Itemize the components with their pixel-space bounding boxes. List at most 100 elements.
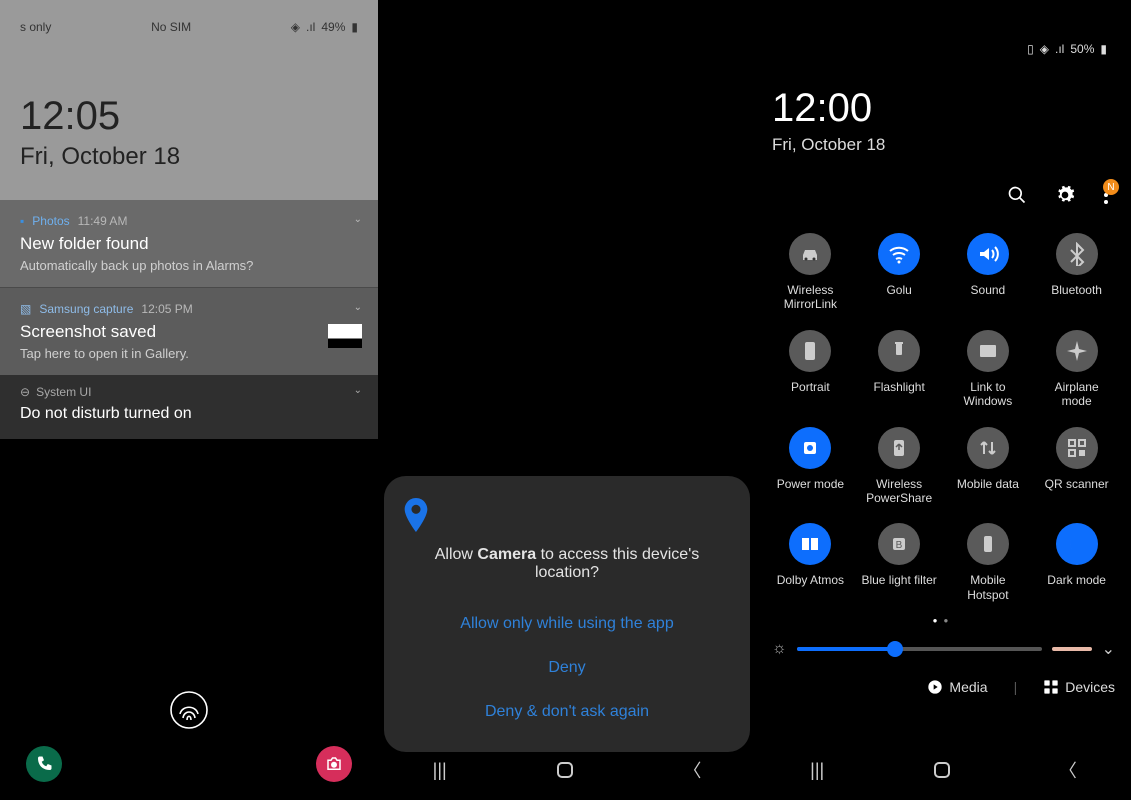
qs-tile-bt[interactable]: Bluetooth xyxy=(1038,233,1115,312)
wifi-icon: ◈ xyxy=(291,20,300,34)
bt-icon xyxy=(1056,233,1098,275)
qs-tile-car[interactable]: Wireless MirrorLink xyxy=(772,233,849,312)
allow-while-using-button[interactable]: Allow only while using the app xyxy=(402,602,732,646)
qs-tile-wifi[interactable]: Golu xyxy=(861,233,938,312)
home-button[interactable] xyxy=(556,761,574,779)
phone-shortcut[interactable] xyxy=(26,746,62,782)
back-button[interactable]: 〈 xyxy=(1059,757,1077,783)
home-button[interactable] xyxy=(933,761,951,779)
qs-label: Dark mode xyxy=(1047,573,1106,587)
qs-tile-blue[interactable]: B Blue light filter xyxy=(861,523,938,602)
qs-label: Link to Windows xyxy=(950,380,1027,409)
link-icon xyxy=(967,330,1009,372)
search-icon[interactable] xyxy=(1007,185,1027,205)
notif-title: Do not disturb turned on xyxy=(20,405,358,423)
status-bar: ▯ ◈ .ıl 50% ▮ xyxy=(772,0,1115,56)
app-icon: ▧ xyxy=(20,302,31,316)
qs-label: Dolby Atmos xyxy=(777,573,844,587)
qs-label: Bluetooth xyxy=(1051,283,1102,297)
more-button[interactable]: N xyxy=(1103,185,1109,205)
qs-tile-flash[interactable]: Flashlight xyxy=(861,330,938,409)
nav-bar: ||| 〈 xyxy=(378,750,756,790)
notification-photos[interactable]: ▪ Photos 11:49 AM ⌄ New folder found Aut… xyxy=(0,200,378,287)
location-icon xyxy=(402,498,732,532)
brightness-slider[interactable] xyxy=(797,647,1042,651)
qs-tile-dark[interactable]: Dark mode xyxy=(1038,523,1115,602)
qs-tile-hotspot[interactable]: Mobile Hotspot xyxy=(950,523,1027,602)
battery-icon: ▮ xyxy=(351,20,358,34)
wifi-icon xyxy=(878,233,920,275)
chevron-down-icon[interactable]: ⌄ xyxy=(354,385,362,396)
qs-tile-sound[interactable]: Sound xyxy=(950,233,1027,312)
carrier-text: s only xyxy=(20,20,51,34)
quick-settings-panel: ▯ ◈ .ıl 50% ▮ 12:00 Fri, October 18 N Wi… xyxy=(756,0,1131,800)
media-button[interactable]: Media xyxy=(927,679,987,695)
dolby-icon xyxy=(789,523,831,565)
sim-status: No SIM xyxy=(151,20,191,34)
chevron-down-icon[interactable]: ⌄ xyxy=(1102,639,1115,659)
qs-tile-portrait[interactable]: Portrait xyxy=(772,330,849,409)
qs-tile-link[interactable]: Link to Windows xyxy=(950,330,1027,409)
permission-dialog-panel: Allow Camera to access this device's loc… xyxy=(378,0,756,800)
fingerprint-icon[interactable] xyxy=(169,690,209,730)
lockscreen-header: s only No SIM ◈ .ıl 49% ▮ 12:05 Fri, Oct… xyxy=(0,0,378,200)
car-icon xyxy=(789,233,831,275)
sound-icon xyxy=(967,233,1009,275)
data-icon xyxy=(967,427,1009,469)
clock-date: Fri, October 18 xyxy=(20,143,358,171)
qs-tile-share[interactable]: Wireless PowerShare xyxy=(861,427,938,506)
back-button[interactable]: 〈 xyxy=(683,757,701,783)
settings-icon[interactable] xyxy=(1055,185,1075,205)
signal-icon: .ıl xyxy=(306,20,315,34)
qs-tile-data[interactable]: Mobile data xyxy=(950,427,1027,506)
qs-tile-power[interactable]: Power mode xyxy=(772,427,849,506)
qs-label: Mobile Hotspot xyxy=(950,573,1027,602)
qs-tile-dolby[interactable]: Dolby Atmos xyxy=(772,523,849,602)
camera-shortcut[interactable] xyxy=(316,746,352,782)
plane-icon xyxy=(1056,330,1098,372)
notification-screenshot[interactable]: ▧ Samsung capture 12:05 PM ⌄ Screenshot … xyxy=(0,287,378,375)
status-icons: ◈ .ıl 49% ▮ xyxy=(291,20,358,34)
qr-icon xyxy=(1056,427,1098,469)
qs-label: Blue light filter xyxy=(861,573,936,587)
blue-icon: B xyxy=(878,523,920,565)
screenshot-thumbnail[interactable] xyxy=(328,324,362,348)
portrait-icon xyxy=(789,330,831,372)
chevron-down-icon[interactable]: ⌄ xyxy=(354,302,362,313)
notif-title: New folder found xyxy=(20,234,358,254)
recents-button[interactable]: ||| xyxy=(810,760,824,781)
qs-label: Sound xyxy=(971,283,1006,297)
battery-text: 49% xyxy=(321,20,345,34)
deny-button[interactable]: Deny xyxy=(402,646,732,690)
chevron-down-icon[interactable]: ⌄ xyxy=(354,214,362,225)
qs-label: Mobile data xyxy=(957,477,1019,491)
qs-time: 12:00 xyxy=(772,86,1115,131)
deny-dont-ask-button[interactable]: Deny & don't ask again xyxy=(402,690,732,734)
battery-icon: ▮ xyxy=(1100,42,1107,56)
qs-tile-plane[interactable]: Airplane mode xyxy=(1038,330,1115,409)
devices-button[interactable]: Devices xyxy=(1043,679,1115,695)
clock-time: 12:05 xyxy=(20,94,358,139)
status-bar: s only No SIM ◈ .ıl 49% ▮ xyxy=(20,20,358,34)
brightness-icon: ☼ xyxy=(772,640,787,658)
notif-body: Automatically back up photos in Alarms? xyxy=(20,258,358,273)
quick-settings-grid: Wireless MirrorLink Golu Sound Bluetooth Por… xyxy=(772,233,1115,602)
qs-label: Flashlight xyxy=(873,380,924,394)
notif-time: 11:49 AM xyxy=(78,214,128,228)
separator: | xyxy=(1014,679,1018,695)
dark-icon xyxy=(1056,523,1098,565)
power-icon xyxy=(789,427,831,469)
qs-footer: Media | Devices xyxy=(772,679,1115,695)
notification-badge: N xyxy=(1103,179,1119,195)
recents-button[interactable]: ||| xyxy=(433,760,447,781)
qs-date: Fri, October 18 xyxy=(772,135,1115,155)
qs-tile-qr[interactable]: QR scanner xyxy=(1038,427,1115,506)
signal-icon: .ıl xyxy=(1055,42,1064,56)
battery-text: 50% xyxy=(1070,42,1094,56)
qs-label: Wireless MirrorLink xyxy=(772,283,849,312)
app-name: Samsung capture xyxy=(39,302,133,316)
permission-dialog: Allow Camera to access this device's loc… xyxy=(384,476,750,752)
svg-text:B: B xyxy=(896,540,903,551)
notification-systemui[interactable]: ⊖ System UI ⌄ Do not disturb turned on xyxy=(0,375,378,439)
app-name: System UI xyxy=(36,385,91,399)
